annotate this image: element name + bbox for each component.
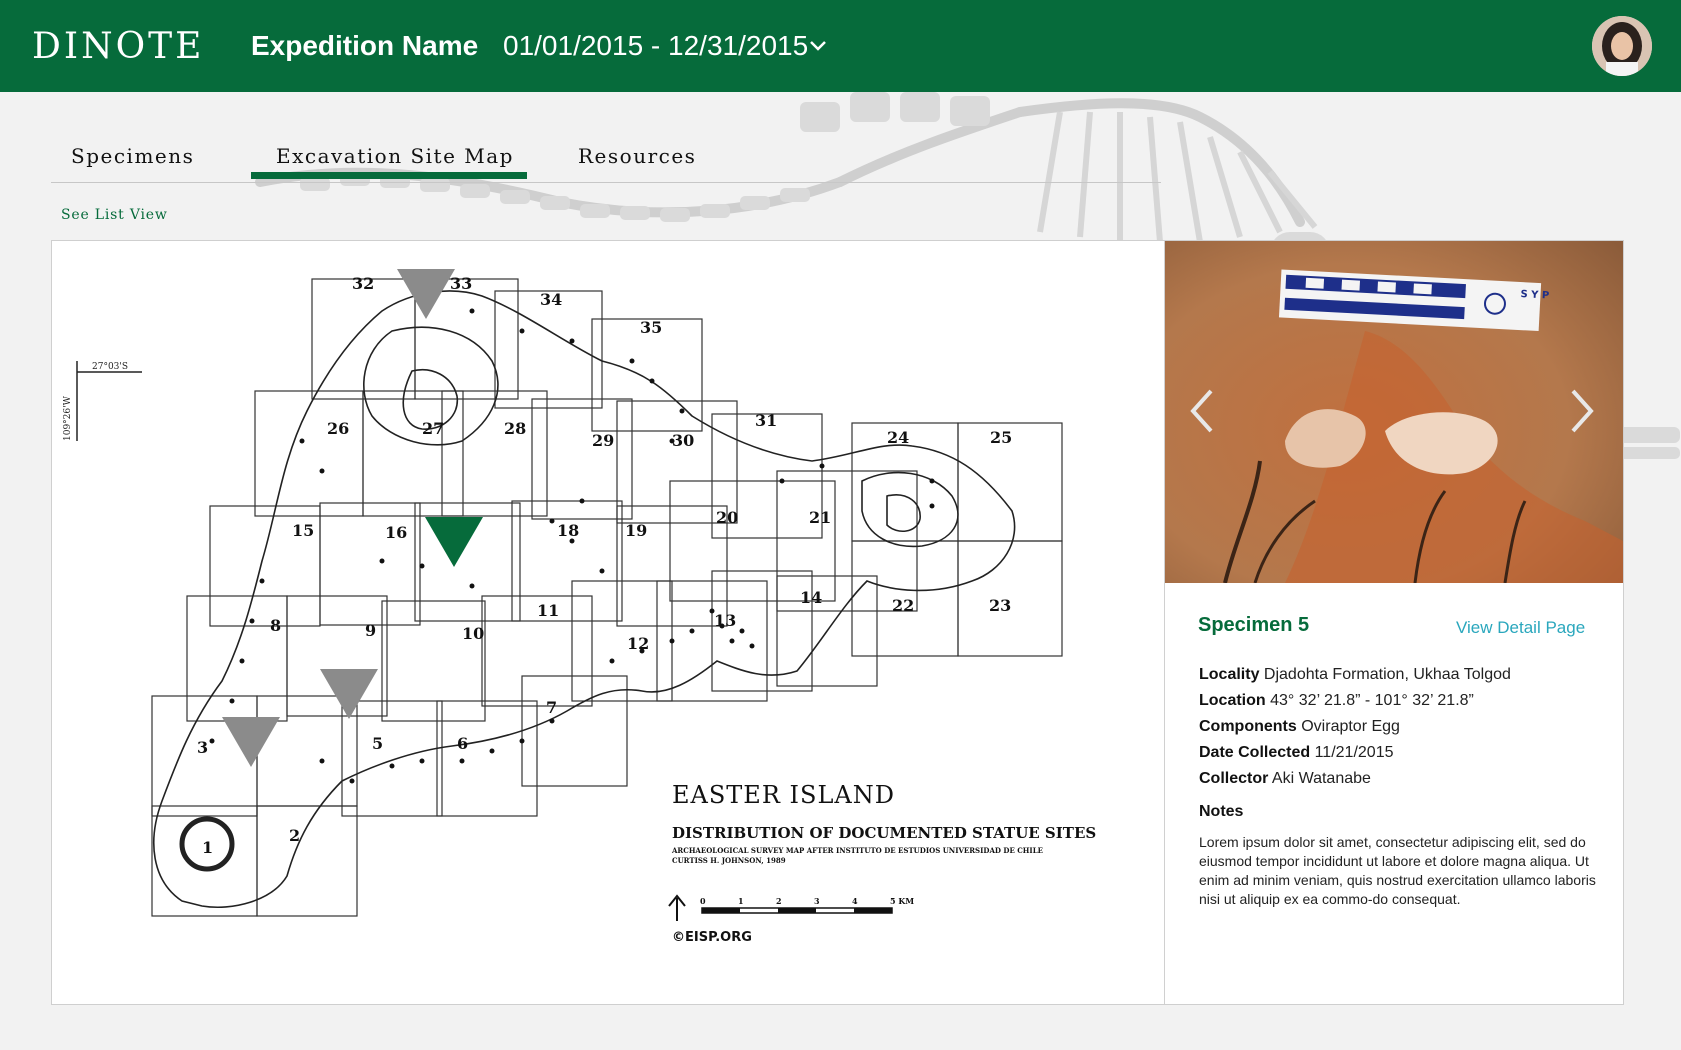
grid-label: 14: [800, 588, 822, 607]
scale-label: 4: [852, 896, 858, 906]
scale-label: 2: [776, 896, 782, 906]
excavation-site-map[interactable]: 27°03'S 109°26'W 1 2 3 5 6 7 8 9 10 11 1…: [52, 241, 1164, 1004]
components-label: Components: [1199, 718, 1297, 735]
location-row: Location 43° 32’ 21.8” - 101° 32’ 21.8”: [1199, 688, 1609, 714]
app-logo[interactable]: DINOTE: [32, 26, 204, 67]
grid-label: 15: [292, 521, 314, 540]
grid-label: 29: [592, 431, 614, 450]
grid-label: 25: [990, 428, 1012, 447]
specimen-marker-selected[interactable]: [425, 517, 483, 567]
map-graphic: 27°03'S 109°26'W 1 2 3 5 6 7 8 9 10 11 1…: [63, 269, 1096, 945]
latitude-label: 27°03'S: [92, 362, 128, 372]
grid-label: 20: [716, 508, 738, 527]
content-panel: 27°03'S 109°26'W 1 2 3 5 6 7 8 9 10 11 1…: [51, 240, 1624, 1005]
scale-label: 3: [814, 896, 820, 906]
grid-label: 2: [289, 826, 300, 845]
grid-label: 23: [989, 596, 1011, 615]
grid-label: 10: [462, 624, 484, 643]
tab-specimens[interactable]: Specimens: [71, 144, 194, 168]
locality-row: Locality Djadohta Formation, Ukhaa Tolgo…: [1199, 662, 1609, 688]
grid-label: 3: [197, 738, 208, 757]
scale-label: 5 KM: [890, 896, 914, 906]
scale-card-text: S Y P: [1520, 289, 1549, 301]
scale-label: 1: [738, 896, 744, 906]
date-collected-value: 11/21/2015: [1314, 744, 1394, 761]
map-scale-bar: [701, 907, 893, 914]
grid-label: 12: [627, 634, 649, 653]
locality-label: Locality: [1199, 666, 1260, 683]
map-title: EASTER ISLAND: [672, 781, 895, 809]
notes-heading: Notes: [1199, 803, 1244, 820]
tab-divider: [51, 182, 1161, 183]
location-value: 43° 32’ 21.8” - 101° 32’ 21.8”: [1270, 692, 1474, 709]
map-grid: [151, 278, 1063, 917]
grid-label: 9: [365, 621, 376, 640]
map-copyright: ©EISP.ORG: [672, 930, 752, 945]
grid-label: 34: [540, 290, 562, 309]
specimen-photo-carousel[interactable]: S Y P: [1165, 241, 1623, 583]
grid-label: 32: [352, 274, 374, 293]
date-collected-label: Date Collected: [1199, 744, 1311, 761]
grid-label: 18: [557, 521, 579, 540]
grid-label: 21: [809, 508, 831, 527]
date-range-selector[interactable]: 01/01/2015 - 12/31/2015: [503, 30, 808, 62]
grid-label: 8: [270, 616, 281, 635]
map-credit-line-2: CURTISS H. JOHNSON, 1989: [672, 856, 786, 865]
chevron-right-icon[interactable]: [1561, 381, 1601, 441]
active-tab-indicator: [251, 172, 527, 179]
grid-label: 6: [457, 734, 468, 753]
grid-label: 35: [640, 318, 662, 337]
collector-row: Collector Aki Watanabe: [1199, 766, 1609, 792]
island-outline: [153, 290, 1016, 909]
notes-text: Lorem ipsum dolor sit amet, consectetur …: [1199, 834, 1596, 907]
grid-label: 24: [887, 428, 909, 447]
map-subtitle: DISTRIBUTION OF DOCUMENTED STATUE SITES: [672, 824, 1096, 842]
north-arrow-icon: [668, 894, 686, 921]
grid-label: 5: [372, 734, 383, 753]
scale-label: 0: [700, 896, 706, 906]
expedition-name: Expedition Name: [251, 30, 479, 61]
longitude-label: 109°26'W: [63, 395, 73, 441]
tab-resources[interactable]: Resources: [578, 144, 696, 168]
grid-label: 11: [537, 601, 559, 620]
grid-label: 33: [450, 274, 472, 293]
collector-label: Collector: [1199, 770, 1269, 787]
grid-label: 28: [504, 419, 526, 438]
top-bar: DINOTE Expedition Name 01/01/2015 - 12/3…: [0, 0, 1681, 92]
components-row: Components Oviraptor Egg: [1199, 714, 1609, 740]
specimen-marker[interactable]: [320, 669, 378, 719]
grid-label: 16: [385, 523, 407, 542]
grid-label: 13: [714, 611, 736, 630]
tab-bar: Specimens Excavation Site Map Resources: [51, 120, 1161, 183]
components-value: Oviraptor Egg: [1301, 718, 1400, 735]
grid-label: 26: [327, 419, 349, 438]
location-label: Location: [1199, 692, 1266, 709]
specimen-marker[interactable]: [222, 717, 280, 767]
grid-label: 22: [892, 596, 914, 615]
date-collected-row: Date Collected 11/21/2015: [1199, 740, 1609, 766]
grid-label: 19: [625, 521, 647, 540]
user-avatar[interactable]: [1592, 16, 1652, 76]
grid-label: 7: [546, 698, 557, 717]
statue-site-dots: [209, 308, 935, 784]
view-detail-page-link[interactable]: View Detail Page: [1456, 618, 1585, 638]
grid-label: 30: [672, 431, 694, 450]
chevron-down-icon[interactable]: [808, 38, 828, 54]
specimen-properties: Locality Djadohta Formation, Ukhaa Tolgo…: [1199, 662, 1609, 792]
grid-label: 1: [202, 838, 213, 857]
grid-label: 27: [422, 419, 444, 438]
grid-label: 31: [755, 411, 777, 430]
tab-excavation-site-map[interactable]: Excavation Site Map: [276, 144, 514, 168]
specimen-title: Specimen 5: [1198, 614, 1310, 636]
see-list-view-link[interactable]: See List View: [61, 207, 168, 223]
collector-value: Aki Watanabe: [1271, 770, 1371, 787]
specimen-photo: S Y P: [1165, 241, 1623, 583]
locality-value: Djadohta Formation, Ukhaa Tolgod: [1263, 666, 1511, 683]
specimen-marker[interactable]: [397, 269, 455, 319]
chevron-left-icon[interactable]: [1183, 381, 1223, 441]
map-credit-line-1: ARCHAEOLOGICAL SURVEY MAP AFTER INSTITUT…: [671, 846, 1043, 855]
